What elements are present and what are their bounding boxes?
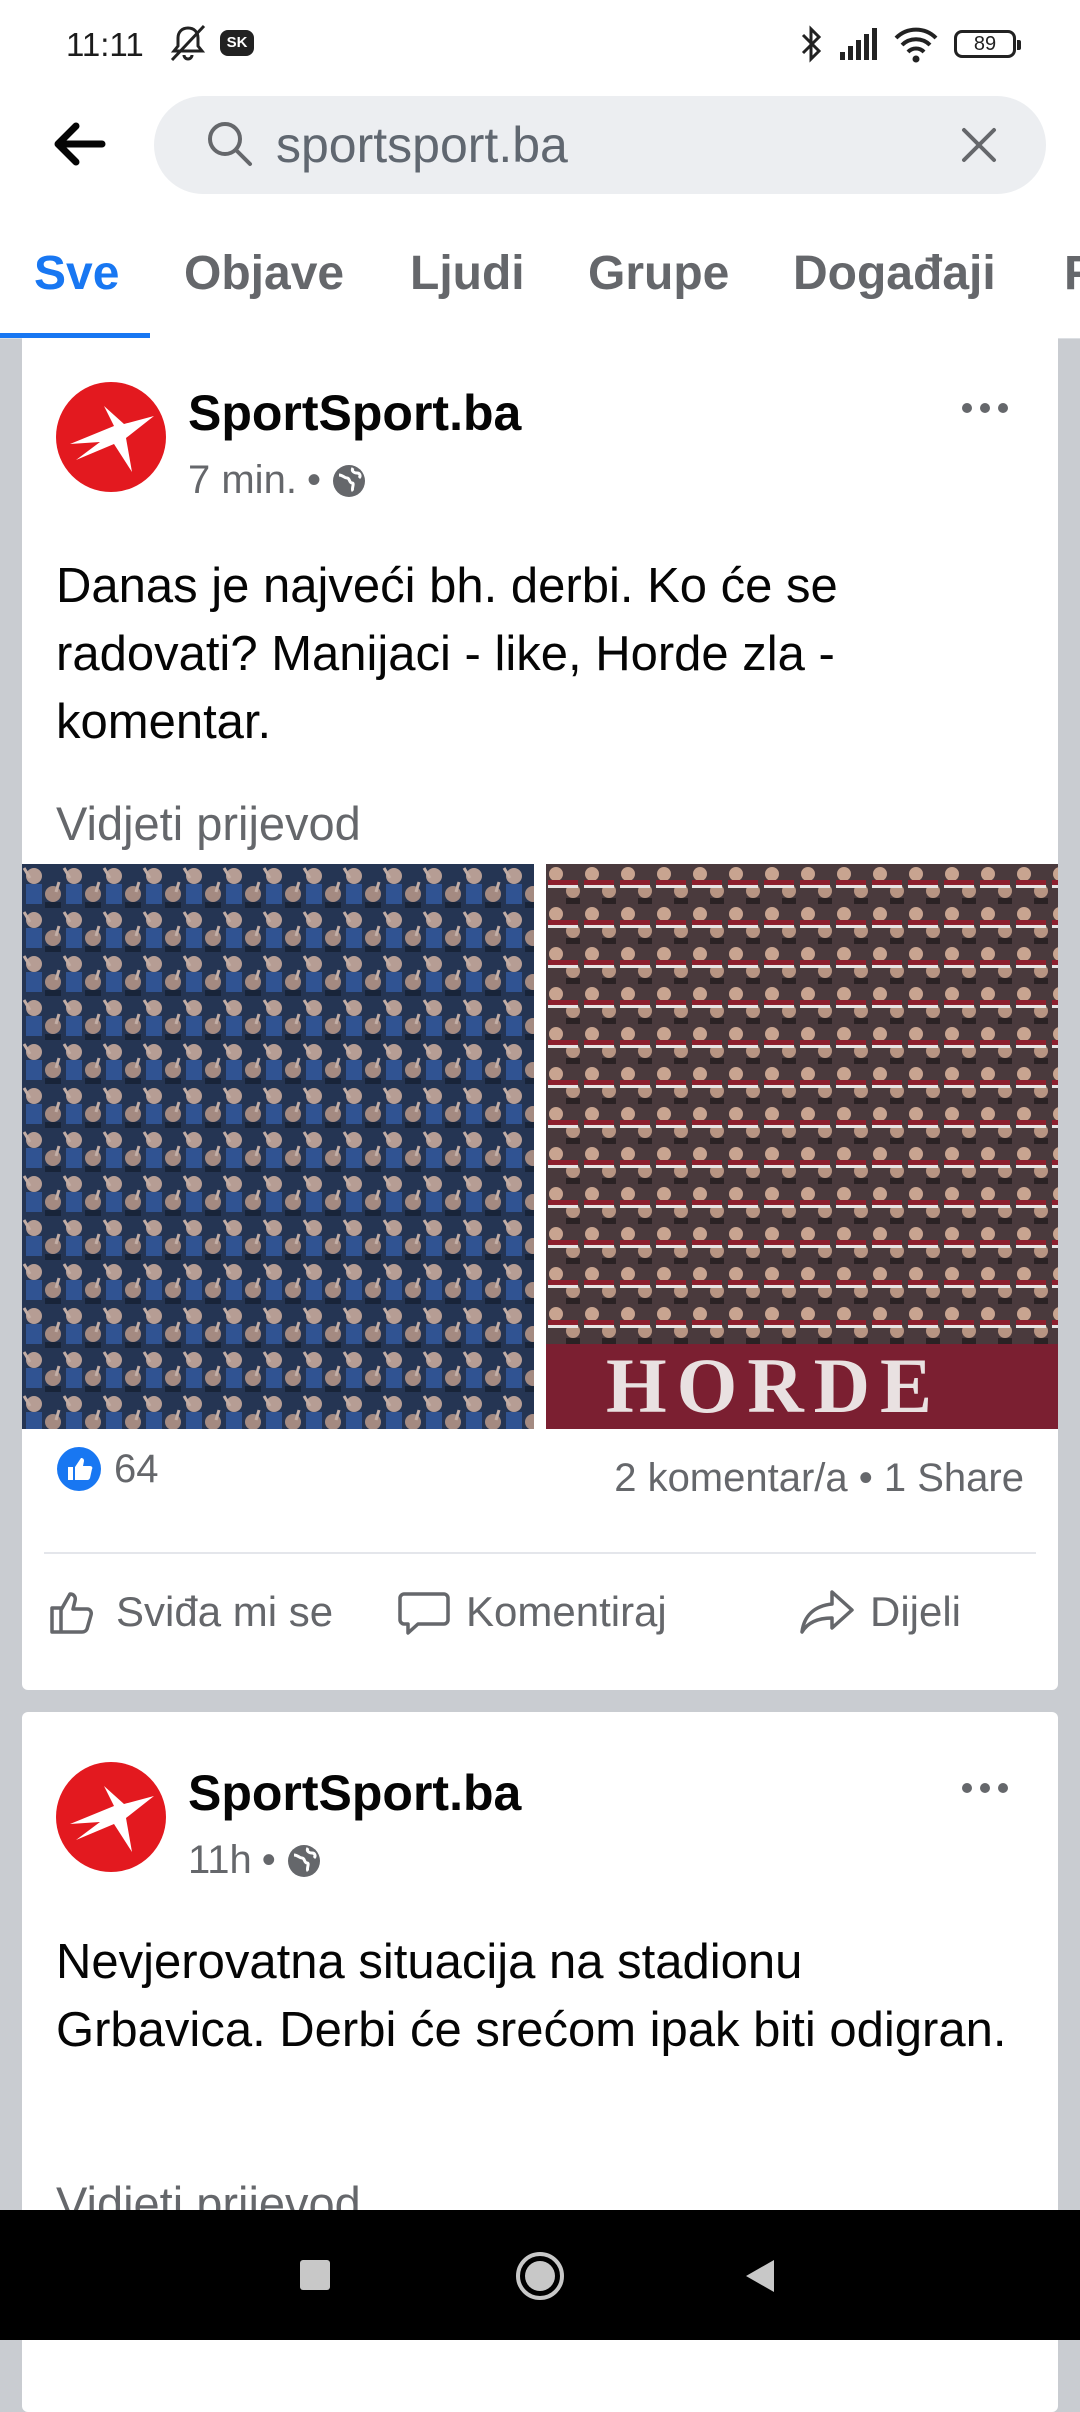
post-meta: 11h •	[188, 1838, 322, 1883]
status-bar: 11:11 SK 89	[0, 0, 1080, 92]
post-text: Danas je najveći bh. derbi. Ko će se rad…	[56, 559, 838, 749]
sportsport-logo-icon	[70, 1786, 154, 1852]
more-options-icon[interactable]	[960, 1778, 1010, 1798]
crowd-image: HORDE	[546, 864, 1058, 1429]
comment-button[interactable]: Komentiraj	[396, 1584, 667, 1640]
meta-separator: •	[261, 1838, 276, 1882]
status-time: 11:11	[66, 26, 144, 63]
meta-separator: •	[306, 458, 321, 502]
search-icon	[208, 122, 252, 166]
post-card: SportSport.ba 7 min. • Danas je najveći …	[22, 338, 1058, 1690]
post-text: Nevjerovatna situacija na stadionu Grbav…	[56, 1935, 1007, 2057]
tab-groups[interactable]: Grupe	[588, 246, 729, 301]
search-bar[interactable]	[154, 96, 1046, 194]
tab-people[interactable]: Ljudi	[410, 246, 525, 301]
share-arrow-icon	[800, 1590, 854, 1634]
app-header: 11:11 SK 89 sportsport.ba Sve Objave Lju…	[0, 0, 1080, 339]
recents-button[interactable]	[300, 2260, 330, 2290]
more-options-icon[interactable]	[960, 398, 1010, 418]
comments-shares-count[interactable]: 2 komentar/a • 1 Share	[614, 1456, 1024, 1501]
system-navigation-bar	[0, 2210, 1080, 2340]
share-button[interactable]: Dijeli	[798, 1584, 961, 1640]
post-time[interactable]: 11h	[188, 1838, 252, 1883]
see-translation-link[interactable]: Vidjeti prijevod	[56, 796, 361, 851]
mute-icon	[170, 24, 206, 62]
battery-indicator: 89	[954, 30, 1021, 58]
like-button[interactable]: Sviđa mi se	[46, 1584, 333, 1640]
sportsport-logo-icon	[70, 406, 154, 472]
reactions-summary[interactable]: 64	[56, 1446, 159, 1492]
tab-events[interactable]: Događaji	[793, 246, 996, 301]
tab-posts[interactable]: Objave	[184, 246, 344, 301]
svg-text:HORDE: HORDE	[606, 1342, 942, 1429]
home-button-icon[interactable]	[514, 2250, 566, 2302]
like-label: Sviđa mi se	[116, 1588, 334, 1635]
back-triangle-icon[interactable]	[742, 2256, 778, 2296]
globe-icon	[332, 464, 365, 497]
post-author[interactable]: SportSport.ba	[188, 1764, 521, 1822]
carrier-badge-icon: SK	[220, 30, 254, 56]
like-reaction-icon	[57, 1447, 101, 1491]
bluetooth-icon	[801, 25, 822, 63]
globe-icon	[287, 1844, 320, 1877]
tab-all[interactable]: Sve	[34, 246, 119, 301]
comment-label: Komentiraj	[466, 1588, 667, 1635]
post-photo-blue-fans[interactable]	[22, 864, 534, 1429]
back-arrow-icon[interactable]	[40, 104, 120, 184]
post-author[interactable]: SportSport.ba	[188, 384, 521, 442]
search-filter-tabs: Sve Objave Ljudi Grupe Događaji F	[0, 230, 1080, 339]
post-time[interactable]: 7 min.	[188, 458, 297, 503]
clear-search-icon[interactable]	[956, 122, 1002, 168]
crowd-image	[22, 864, 534, 1429]
thumbs-up-icon	[50, 1592, 93, 1634]
divider	[44, 1552, 1036, 1554]
post-meta: 7 min. •	[188, 458, 367, 503]
share-label: Dijeli	[870, 1588, 962, 1635]
comment-icon	[398, 1592, 450, 1635]
like-count: 64	[114, 1446, 159, 1491]
search-input[interactable]	[276, 116, 916, 174]
avatar[interactable]	[56, 1762, 166, 1872]
tab-partial[interactable]: F	[1064, 246, 1080, 301]
post-photo-red-fans[interactable]: HORDE	[546, 864, 1058, 1429]
avatar[interactable]	[56, 382, 166, 492]
signal-icon	[840, 28, 877, 60]
wifi-icon	[894, 27, 938, 63]
